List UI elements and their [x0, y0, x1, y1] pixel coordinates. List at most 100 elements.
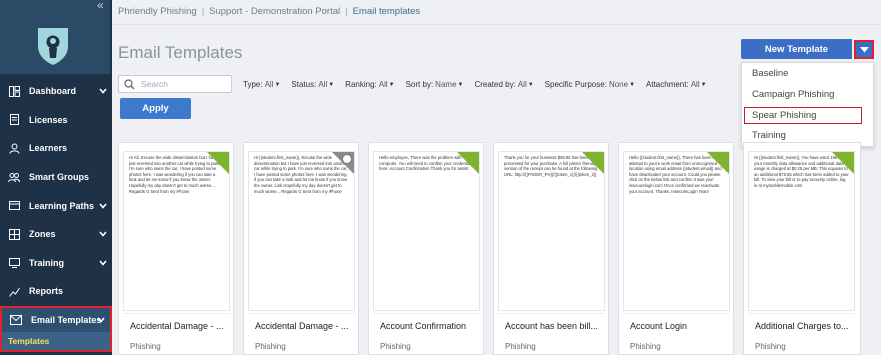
status-corner	[207, 152, 229, 174]
menu-item-campaign-phishing[interactable]: Campaign Phishing	[742, 86, 875, 103]
status-corner	[457, 152, 479, 174]
search-input[interactable]	[141, 77, 229, 91]
divider	[248, 313, 355, 314]
disabled-icon	[342, 154, 352, 164]
chevron-down-icon	[99, 88, 107, 95]
divider	[123, 313, 230, 314]
status-corner	[832, 152, 854, 174]
search-icon	[124, 79, 135, 90]
sidebar-item-label: Zones	[29, 229, 56, 240]
sidebar-item-zones[interactable]: Zones	[0, 220, 112, 249]
filter-value: All	[517, 80, 527, 89]
filter-label: Status:	[291, 80, 317, 89]
filter-label: Created by:	[474, 80, 516, 89]
caret-down-icon: ▼	[274, 81, 281, 88]
sidebar-subitem-label: Templates	[8, 335, 50, 346]
sidebar-item-label: Dashboard	[29, 86, 77, 97]
filter-type[interactable]: Type: All ▼	[243, 80, 280, 89]
sidebar-item-label: Reports	[29, 286, 64, 297]
main-content: Phriendly Phishing | Support - Demonstra…	[112, 0, 881, 355]
breadcrumb-current: Email templates	[352, 6, 421, 17]
breadcrumb-separator: |	[345, 6, 348, 17]
collapse-sidebar-icon[interactable]: «	[97, 0, 109, 12]
caret-down-icon	[859, 46, 869, 52]
caret-down-icon: ▼	[527, 81, 534, 88]
sidebar-item-reports[interactable]: Reports	[0, 277, 112, 306]
sidebar: « Dashboard Licenses Learners Smart Grou…	[0, 0, 112, 355]
chevron-down-icon	[99, 260, 107, 266]
status-corner	[707, 152, 729, 174]
sidebar-item-label: Learners	[29, 143, 68, 154]
template-card[interactable]: Hello {{student.first_name}}, There has …	[618, 142, 734, 355]
card-title: Additional Charges to...	[755, 321, 849, 331]
card-title: Account Confirmation	[380, 321, 467, 331]
apply-button[interactable]: Apply	[120, 98, 191, 119]
sidebar-item-learning-paths[interactable]: Learning Paths	[0, 191, 112, 220]
breadcrumb: Phriendly Phishing | Support - Demonstra…	[118, 6, 420, 17]
sidebar-item-email-templates[interactable]: Email Templates	[0, 305, 112, 332]
template-preview: Hi {{student.first_name}}, Excuse the wi…	[248, 151, 355, 311]
filter-label: Sort by:	[405, 80, 434, 89]
filter-attachment[interactable]: Attachment: All ▼	[646, 80, 707, 89]
sidebar-subitem-templates[interactable]: Templates	[0, 331, 112, 352]
card-type: Phishing	[505, 342, 536, 351]
filter-value: All	[264, 80, 274, 89]
licenses-icon	[8, 114, 20, 126]
filter-label: Type:	[243, 80, 263, 89]
filter-status[interactable]: Status: All ▼	[291, 80, 334, 89]
sidebar-item-learners[interactable]: Learners	[0, 134, 112, 163]
caret-down-icon: ▼	[328, 81, 335, 88]
filter-label: Attachment:	[646, 80, 689, 89]
caret-down-icon: ▼	[700, 81, 707, 88]
sidebar-item-dashboard[interactable]: Dashboard	[0, 77, 112, 106]
smart-groups-icon	[8, 171, 20, 183]
sidebar-item-training[interactable]: Training	[0, 249, 112, 278]
learners-icon	[8, 142, 20, 154]
training-icon	[8, 257, 20, 269]
card-title: Accidental Damage - ...	[255, 321, 349, 331]
card-type: Phishing	[755, 342, 786, 351]
chevron-down-icon	[99, 231, 107, 237]
filter-ranking[interactable]: Ranking: All ▼	[345, 80, 394, 89]
menu-item-spear-phishing[interactable]: Spear Phishing	[744, 107, 862, 124]
template-card[interactable]: Hi All, Excuse the wide dissemination bu…	[118, 142, 234, 355]
divider	[623, 313, 730, 314]
caret-down-icon: ▼	[388, 81, 395, 88]
filter-label: Specific Purpose:	[544, 80, 607, 89]
filter-specific-purpose[interactable]: Specific Purpose: None ▼	[545, 80, 635, 89]
breadcrumb-item[interactable]: Support - Demonstration Portal	[209, 6, 340, 17]
phriendly-shield-logo	[38, 28, 68, 65]
filter-bar: Type: All ▼ Status: All ▼ Ranking: All ▼ Sort …	[243, 80, 707, 89]
sidebar-item-smart-groups[interactable]: Smart Groups	[0, 163, 112, 192]
dashboard-icon	[8, 85, 20, 97]
divider	[373, 313, 480, 314]
filter-created-by[interactable]: Created by: All ▼	[474, 80, 533, 89]
template-preview: Hi All, Excuse the wide dissemination bu…	[123, 151, 230, 311]
sidebar-item-label: Licenses	[29, 114, 68, 125]
new-template-dropdown-toggle[interactable]	[854, 40, 874, 59]
sidebar-item-licenses[interactable]: Licenses	[0, 106, 112, 135]
card-type: Phishing	[255, 342, 286, 351]
menu-item-baseline[interactable]: Baseline	[742, 65, 875, 82]
template-preview: Hi {{student.first_name}}, You have used…	[748, 151, 855, 311]
new-template-menu: Baseline Campaign Phishing Spear Phishin…	[741, 62, 874, 147]
sidebar-nav: Dashboard Licenses Learners Smart Groups…	[0, 77, 112, 352]
template-card[interactable]: Hello employee, There was the problem wi…	[368, 142, 484, 355]
sidebar-item-label: Email Templates	[31, 314, 102, 325]
filter-sort-by[interactable]: Sort by: Name ▼	[406, 80, 464, 89]
filter-value: All	[690, 80, 700, 89]
status-corner	[582, 152, 604, 174]
card-title: Accidental Damage - ...	[130, 321, 224, 331]
template-card[interactable]: Thank you for your business $58.95 has b…	[493, 142, 609, 355]
filter-value: All	[318, 80, 328, 89]
template-preview: Hello {{student.first_name}}, There has …	[623, 151, 730, 311]
breadcrumb-item[interactable]: Phriendly Phishing	[118, 6, 197, 17]
search-box	[118, 75, 232, 93]
divider	[748, 313, 855, 314]
template-card[interactable]: Hi {{student.first_name}}, You have used…	[743, 142, 861, 355]
template-preview: Thank you for your business $58.95 has b…	[498, 151, 605, 311]
card-type: Phishing	[380, 342, 411, 351]
divider	[112, 24, 881, 25]
new-template-button[interactable]: New Template	[741, 39, 852, 59]
template-card[interactable]: Hi {{student.first_name}}, Excuse the wi…	[243, 142, 359, 355]
